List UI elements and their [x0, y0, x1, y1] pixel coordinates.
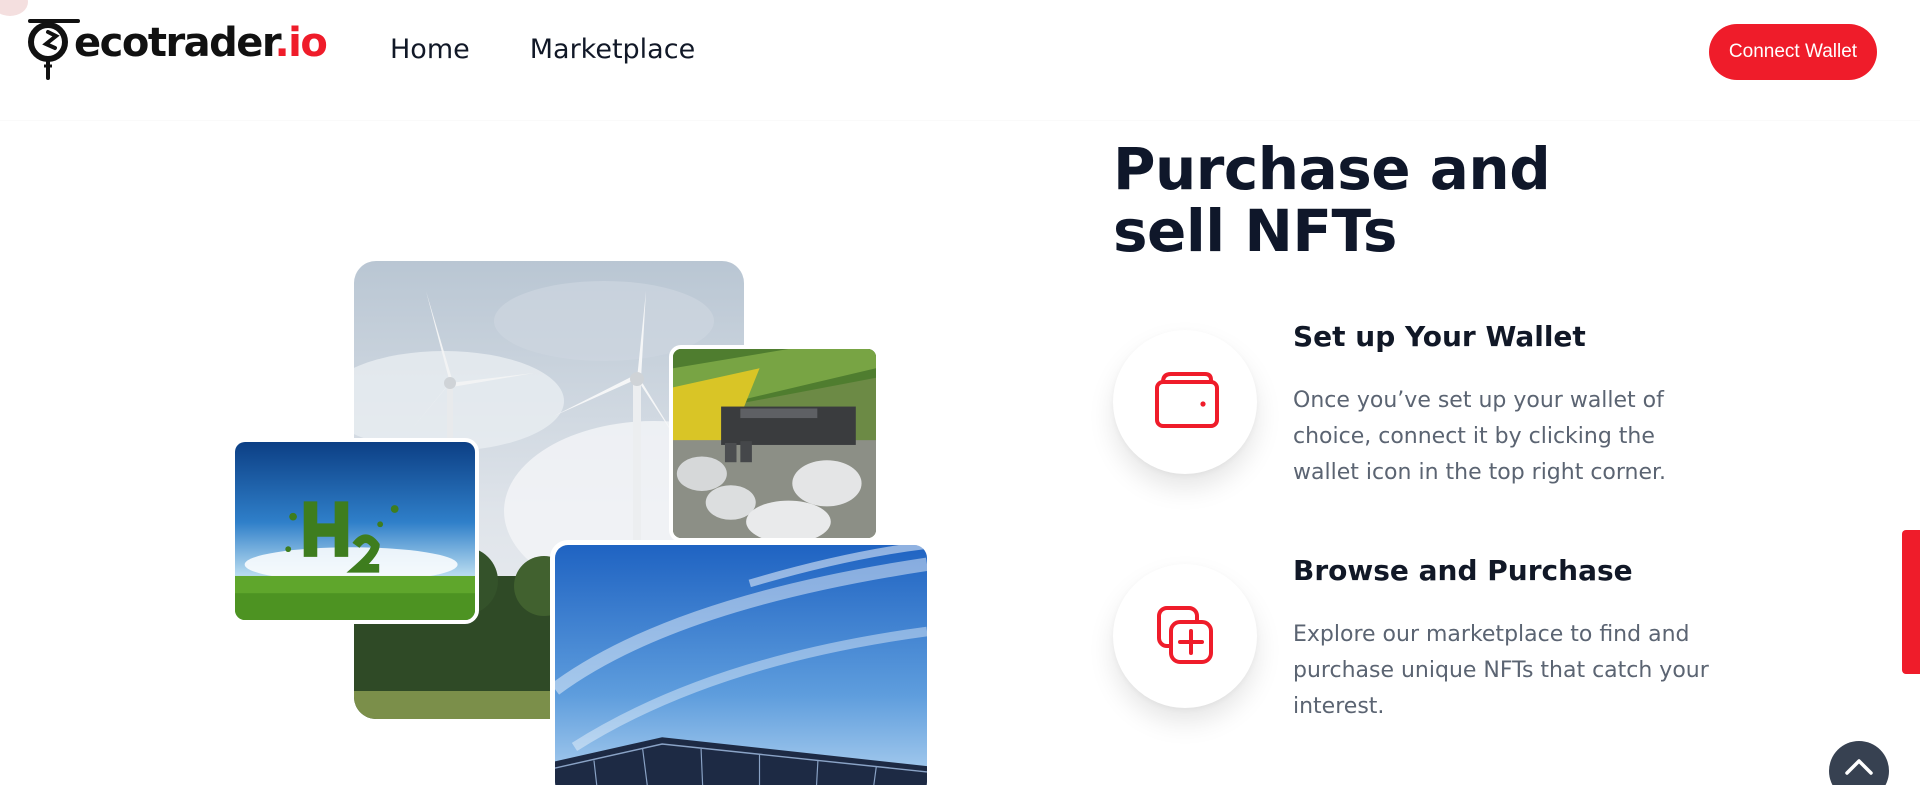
step-wallet-icon-circle: [1113, 330, 1257, 474]
step-browse-icon-circle: [1113, 564, 1257, 708]
wallet-icon: [1155, 372, 1219, 428]
biogas-plant-image: [669, 345, 880, 542]
logo-mark-icon: [28, 19, 80, 80]
nav-marketplace[interactable]: Marketplace: [530, 34, 695, 65]
logo-text: ecotrader.io: [74, 20, 328, 66]
decorative-dot: [0, 0, 28, 16]
connect-wallet-button[interactable]: Connect Wallet: [1709, 24, 1877, 80]
step-text-wallet: Once you’ve set up your wallet of choice…: [1293, 388, 1667, 485]
scroll-to-top-button[interactable]: [1829, 741, 1889, 785]
chevron-up-icon: [1845, 759, 1873, 775]
nav-home[interactable]: Home: [390, 34, 470, 65]
ecotrader-logo[interactable]: ecotrader.io: [22, 16, 328, 84]
main-nav: Home Marketplace: [390, 34, 695, 65]
step-text-browse: Explore our marketplace to find and purc…: [1293, 622, 1709, 719]
hydrogen-image: [231, 438, 479, 624]
add-card-icon: [1157, 606, 1213, 664]
side-feedback-tab[interactable]: [1902, 530, 1920, 674]
step-title-browse: Browse and Purchase: [1293, 554, 1633, 587]
solar-panels-image: [550, 540, 932, 785]
section-heading: Purchase and sell NFTs: [1113, 135, 1551, 265]
site-header: ecotrader.io Home Marketplace Connect Wa…: [0, 0, 1920, 120]
step-title-wallet: Set up Your Wallet: [1293, 320, 1586, 353]
